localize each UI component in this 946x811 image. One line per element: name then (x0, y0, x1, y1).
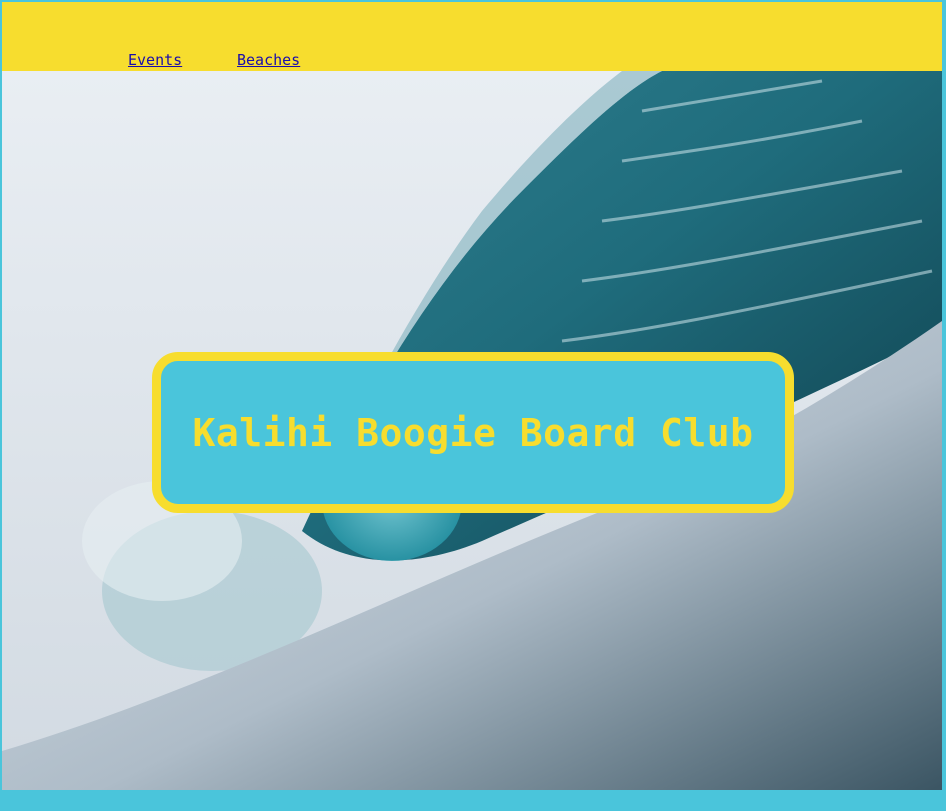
top-navigation-bar: Events Beaches (2, 2, 942, 71)
nav-link-beaches[interactable]: Beaches (237, 51, 300, 69)
hero-title-card: Kalihi Boogie Board Club (152, 352, 794, 513)
hero-section: Kalihi Boogie Board Club (2, 71, 942, 790)
hero-title: Kalihi Boogie Board Club (192, 410, 754, 455)
nav-link-events[interactable]: Events (128, 51, 182, 69)
page-frame: Events Beaches Kalihi Boogie Board Club (2, 2, 942, 790)
